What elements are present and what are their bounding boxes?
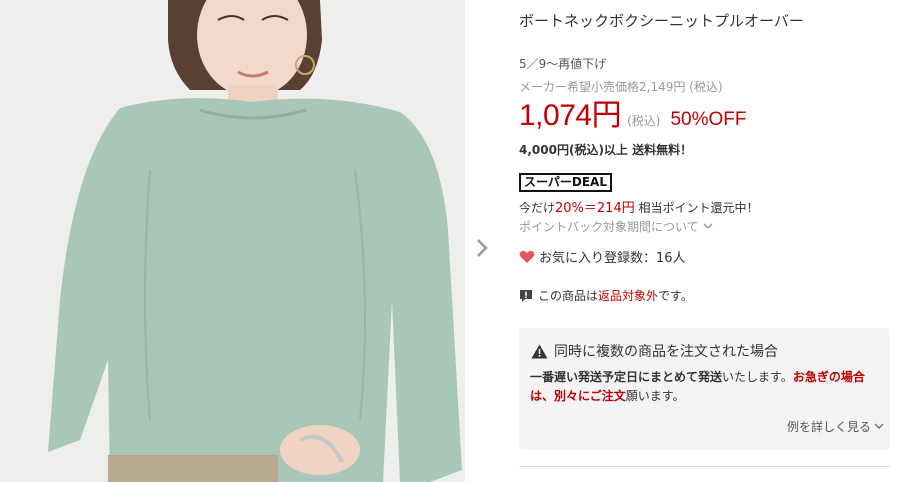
notice-line2-red: は、別々にご注文 bbox=[530, 389, 626, 403]
points-value: 20%＝214円 bbox=[555, 201, 635, 216]
product-image[interactable] bbox=[0, 0, 465, 482]
favorite-count-label: お気に入り登録数：16人 bbox=[539, 251, 686, 266]
favorite-count[interactable]: お気に入り登録数：16人 bbox=[519, 247, 686, 266]
resale-note: 5／9〜再値下げ bbox=[519, 57, 607, 71]
tax-label: (税込) bbox=[627, 114, 661, 128]
notice-title-text: 同時に複数の商品を注文された場合 bbox=[554, 344, 778, 360]
chevron-right-icon bbox=[477, 239, 488, 257]
super-deal-badge: スーパーDEAL bbox=[519, 173, 612, 192]
notice-title: 同時に複数の商品を注文された場合 bbox=[531, 341, 778, 361]
warning-icon bbox=[531, 344, 548, 358]
pointback-label: ポイントバック対象期間について bbox=[519, 220, 699, 234]
see-example-link[interactable]: 例を詳しく見る bbox=[787, 418, 884, 435]
points-prefix: 今だけ bbox=[519, 201, 556, 215]
heart-icon[interactable] bbox=[519, 250, 535, 264]
chevron-down-icon bbox=[703, 223, 713, 230]
product-title: ボートネックボクシーニットプルオーバー bbox=[519, 12, 804, 30]
price-row: 1,074円 (税込) 50%OFF bbox=[519, 90, 746, 134]
points-info: 今だけ20%＝214円 相当ポイント還元中！ bbox=[519, 197, 759, 216]
sale-price: 1,074円 bbox=[519, 99, 622, 132]
next-image-button[interactable] bbox=[470, 233, 494, 263]
pointback-period-link[interactable]: ポイントバック対象期間について bbox=[519, 218, 713, 235]
chevron-down-icon bbox=[874, 423, 884, 430]
alert-bubble-icon bbox=[520, 289, 532, 302]
notice-line1-red: お急ぎの場合 bbox=[792, 370, 865, 384]
return-suffix: です。 bbox=[658, 289, 693, 303]
multi-order-notice: 同時に複数の商品を注文された場合 一番遅い発送予定日にまとめて発送いたします。お… bbox=[519, 328, 890, 450]
product-photo bbox=[0, 0, 465, 482]
divider bbox=[519, 466, 890, 467]
see-example-label: 例を詳しく見る bbox=[786, 420, 871, 434]
return-policy: この商品は返品対象外です。 bbox=[519, 287, 693, 304]
points-suffix: 相当ポイント還元中！ bbox=[634, 201, 759, 215]
free-shipping-note: 4,000円(税込)以上 送料無料！ bbox=[519, 143, 693, 157]
non-returnable-label: 返品対象外 bbox=[598, 289, 659, 303]
notice-line1-bold: 一番遅い発送予定日にまとめて発送 bbox=[530, 370, 723, 384]
return-prefix: この商品は bbox=[538, 289, 599, 303]
discount-badge: 50%OFF bbox=[670, 109, 747, 130]
notice-body: 一番遅い発送予定日にまとめて発送いたします。お急ぎの場合 は、別々にご注文願いま… bbox=[530, 368, 885, 406]
notice-line2-normal: 願います。 bbox=[625, 389, 685, 403]
notice-line1-normal: いたします。 bbox=[722, 370, 793, 384]
